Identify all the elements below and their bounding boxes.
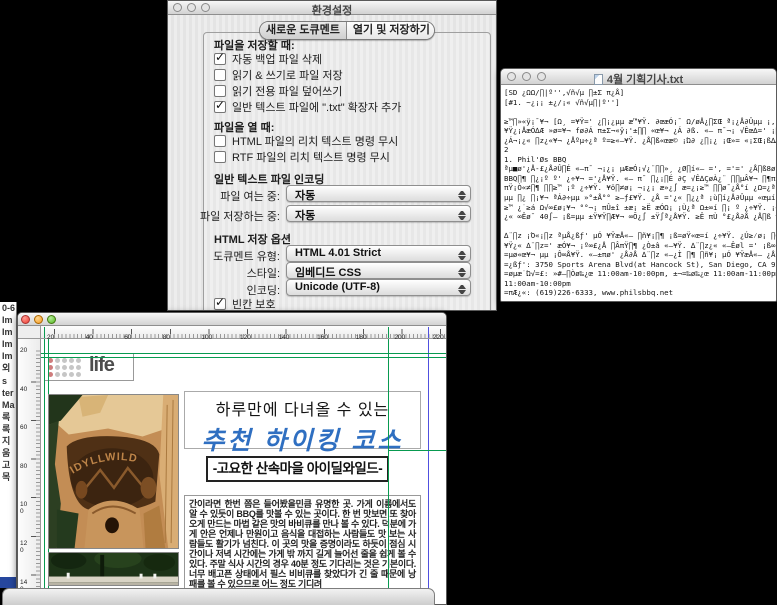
popup-button[interactable]: Unicode (UTF-8): [286, 279, 471, 296]
vertical-ruler-numbers: 20406080100120140: [20, 347, 28, 605]
list-item[interactable]: 움: [0, 447, 16, 459]
popup-arrows-icon: [458, 248, 466, 263]
list-item[interactable]: 지: [0, 435, 16, 447]
horizontal-ruler: 20406080100120140160180200220: [41, 326, 446, 339]
popup-button[interactable]: 임베디드 CSS: [286, 262, 471, 279]
guide-tick: [388, 327, 389, 338]
vertical-ruler: 20406080100120140: [18, 339, 41, 604]
desktop: 0-6ImImImIm외sterMa록록지움고목 환경설정 새로운 도큐멘트 열…: [0, 0, 777, 605]
checkbox[interactable]: ✓: [214, 101, 226, 113]
bottom-window-titlebar[interactable]: [2, 588, 435, 605]
margin-guide-vertical[interactable]: [44, 339, 45, 604]
list-item[interactable]: 고: [0, 459, 16, 471]
open-checkboxes: HTML 파일의 리치 텍스트 명령 무시 RTF 파일의 리치 텍스트 명령 …: [214, 133, 398, 165]
popup-arrows-icon: [458, 208, 466, 223]
popup-arrows-icon: [458, 282, 466, 297]
dialog-title: 환경설정: [168, 2, 496, 18]
masthead-dots-icon: [48, 358, 88, 379]
text-editor-window: 4월 기획기사.txt [SD ¿ΩΩ/∏|º'',√ñ√µ ∏±Σ π¿Å] …: [500, 68, 777, 302]
list-item[interactable]: 록: [0, 411, 16, 423]
txt-titlebar[interactable]: 4월 기획기사.txt: [501, 69, 776, 85]
checkbox-row[interactable]: 읽기 & 쓰기로 파일 저장: [214, 67, 401, 83]
dialog-titlebar[interactable]: 환경설정: [168, 1, 496, 15]
guide-horizontal-short[interactable]: [388, 450, 446, 451]
encoding-popups: 파일 여는 중: 자동 파일 저장하는 중: 자동: [168, 185, 497, 225]
ruler-corner: [18, 326, 41, 339]
popup-arrows-icon: [458, 188, 466, 203]
list-item[interactable]: Im: [0, 314, 16, 326]
text-content-area[interactable]: [SD ¿ΩΩ/∏|º'',√ñ√µ ∏±Σ π¿Å] [#1. ~¿¡¡ ±¿…: [501, 85, 776, 301]
text-content[interactable]: [SD ¿ΩΩ/∏|º'',√ñ√µ ∏±Σ π¿Å] [#1. ~¿¡¡ ±¿…: [504, 88, 776, 298]
preferences-dialog: 환경설정 새로운 도큐멘트 열기 및 저장하기 파일을 저장할 때: ✓ 자동 …: [167, 0, 497, 311]
list-item[interactable]: Im: [0, 350, 16, 362]
checkbox-row[interactable]: ✓ 빈칸 보호: [214, 296, 276, 311]
subtitle-frame[interactable]: -고요한 산속마을 아이딜와일드-: [206, 456, 389, 482]
list-item[interactable]: ter: [0, 387, 16, 399]
checkbox[interactable]: [214, 151, 226, 163]
document-icon: [594, 74, 603, 85]
subtitle-text: -고요한 산속마을 아이딜와일드-: [208, 458, 387, 480]
list-item[interactable]: Im: [0, 326, 16, 338]
checkbox-label: 읽기 전용 파일 덮어쓰기: [232, 83, 342, 99]
checkbox-row[interactable]: HTML 파일의 리치 텍스트 명령 무시: [214, 133, 398, 149]
save-checkboxes: ✓ 자동 백업 파일 삭제 읽기 & 쓰기로 파일 저장 읽기 전용 파일 덮어…: [214, 51, 401, 115]
list-item[interactable]: 외: [0, 362, 16, 374]
forest-photo-art: [49, 553, 178, 585]
list-item-selected[interactable]: [0, 577, 17, 588]
checkbox-label: HTML 파일의 리치 텍스트 명령 무시: [232, 133, 398, 149]
headline-line1: 하루만에 다녀올 수 있는: [185, 396, 420, 420]
list-item[interactable]: Im: [0, 338, 16, 350]
html-popups: 도큐멘트 유형: HTML 4.01 Strict 스타일: 임베디드 CSS: [168, 245, 497, 296]
minimize-button[interactable]: [34, 315, 43, 324]
checkbox-label: 빈칸 보호: [232, 296, 276, 311]
popup-label: 파일 여는 중:: [220, 188, 280, 204]
list-item[interactable]: 록: [0, 423, 16, 435]
margin-guide-horizontal[interactable]: [41, 357, 446, 358]
popup-button[interactable]: 자동: [286, 205, 471, 222]
list-item[interactable]: Ma: [0, 399, 16, 411]
checkbox-row[interactable]: ✓ 자동 백업 파일 삭제: [214, 51, 401, 67]
list-item[interactable]: 0-6: [0, 302, 16, 314]
body-text-frame[interactable]: 간이라면 한번 쯤은 들어봤을민큼 유명한 곳. 가게 이름에서도 알 수 있듯…: [184, 495, 421, 591]
layout-titlebar[interactable]: [18, 313, 446, 326]
background-list-window: 0-6ImImImIm외sterMa록록지움고목: [0, 302, 17, 588]
blue-guide-vertical[interactable]: [428, 339, 429, 604]
close-button[interactable]: [21, 315, 30, 324]
preserve-blank-checkbox-wrap: ✓ 빈칸 보호: [214, 296, 276, 311]
carving-photo[interactable]: IDYLLWILD: [48, 394, 179, 549]
guide-tick: [428, 327, 429, 338]
checkbox-row[interactable]: 읽기 전용 파일 덮어쓰기: [214, 83, 401, 99]
tab-open-and-save[interactable]: 열기 및 저장하기: [346, 22, 435, 39]
checkbox[interactable]: ✓: [214, 298, 226, 310]
checkbox[interactable]: [214, 85, 226, 97]
checkbox-label: 자동 백업 파일 삭제: [232, 51, 322, 67]
checkbox-label: RTF 파일의 리치 텍스트 명령 무시: [232, 149, 390, 165]
list-item[interactable]: 목: [0, 471, 16, 483]
guide-tick: [44, 327, 45, 338]
popup-button[interactable]: HTML 4.01 Strict: [286, 245, 471, 262]
checkbox[interactable]: [214, 69, 226, 81]
checkbox-label: 일반 텍스트 파일에 ".txt" 확장자 추가: [232, 99, 401, 115]
forest-photo[interactable]: [48, 552, 179, 586]
list-item[interactable]: s: [0, 375, 16, 387]
checkbox-label: 읽기 & 쓰기로 파일 저장: [232, 67, 343, 83]
carving-photo-art: IDYLLWILD: [49, 395, 178, 548]
checkbox-row[interactable]: RTF 파일의 리치 텍스트 명령 무시: [214, 149, 398, 165]
checkbox[interactable]: ✓: [214, 53, 226, 65]
headline-text-frame[interactable]: 하루만에 다녀올 수 있는 추천 하이킹 코스: [184, 391, 421, 449]
layout-window: 20406080100120140160180200220 2040608010…: [17, 312, 447, 605]
body-text: 간이라면 한번 쯤은 들어봤을민큼 유명한 곳. 가게 이름에서도 알 수 있듯…: [189, 499, 416, 589]
margin-guide-horizontal[interactable]: [41, 353, 446, 354]
checkbox-row[interactable]: ✓ 일반 텍스트 파일에 ".txt" 확장자 추가: [214, 99, 401, 115]
zoom-button[interactable]: [47, 315, 56, 324]
headline-line2: 추천 하이킹 코스: [185, 421, 420, 457]
popup-label: 파일 저장하는 중:: [200, 208, 280, 224]
column-guide-vertical[interactable]: [388, 339, 389, 604]
checkbox[interactable]: [214, 135, 226, 147]
popup-arrows-icon: [458, 265, 466, 280]
popup-button[interactable]: 자동: [286, 185, 471, 202]
